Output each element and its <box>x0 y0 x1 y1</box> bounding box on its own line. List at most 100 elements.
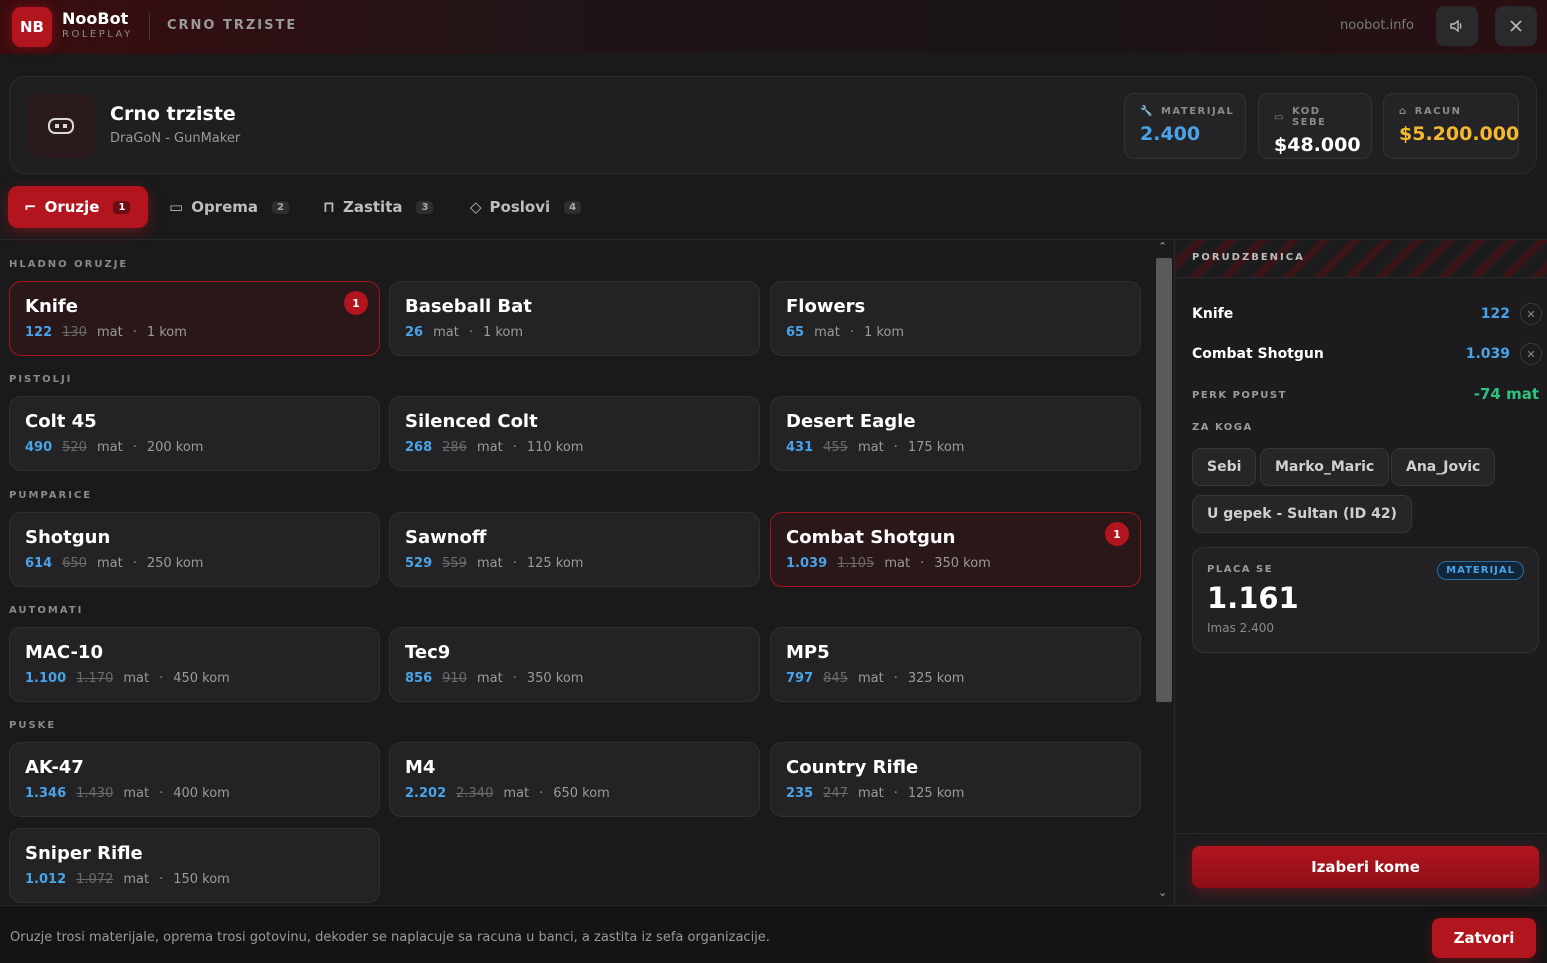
brand-subtitle: ROLEPLAY <box>62 29 133 40</box>
tab-badge: 3 <box>416 200 434 214</box>
mask-icon <box>28 94 94 158</box>
item-name: Shotgun <box>25 527 111 548</box>
stat-value: $5.200.000 <box>1399 123 1520 145</box>
item-price: 65 <box>786 325 805 340</box>
item-card[interactable]: MAC-10 1.100 1.170 mat · 450 kom <box>9 627 380 702</box>
stat-kod-sebe: ▭ KOD SEBE $48.000 <box>1258 93 1372 159</box>
briefcase-icon: ▭ <box>169 198 184 216</box>
recipient-chip[interactable]: Marko_Maric <box>1260 448 1390 486</box>
item-stock: 350 kom <box>934 556 991 571</box>
item-name: AK-47 <box>25 757 84 778</box>
item-price: 1.346 <box>25 786 67 801</box>
close-button[interactable]: Zatvori <box>1432 918 1536 958</box>
item-stock: 150 kom <box>173 872 230 887</box>
brand: NooBot ROLEPLAY <box>62 9 133 41</box>
scroll-up-icon[interactable]: ⌃ <box>1158 240 1167 253</box>
item-card[interactable]: MP5 797 845 mat · 325 kom <box>770 627 1141 702</box>
category-title: PUMPARICE <box>9 490 93 501</box>
stat-label: KOD SEBE <box>1291 106 1327 128</box>
stat-value: $48.000 <box>1274 134 1361 156</box>
item-card[interactable]: Tec9 856 910 mat · 350 kom <box>389 627 760 702</box>
tab-poslovi[interactable]: ◇ Poslovi 4 <box>454 186 597 228</box>
remove-item-button[interactable]: ✕ <box>1520 343 1542 365</box>
recipient-chip[interactable]: Ana_Jovic <box>1391 448 1496 486</box>
item-old-price: 1.105 <box>837 556 875 571</box>
item-card[interactable]: Desert Eagle 431 455 mat · 175 kom <box>770 396 1141 471</box>
currency-badge: MATERIJAL <box>1437 561 1524 580</box>
item-stock: 1 kom <box>863 325 905 340</box>
scroll-down-icon[interactable]: ⌄ <box>1158 886 1167 899</box>
stat-materijal: 🔧 MATERIJAL 2.400 <box>1124 93 1246 159</box>
shield-icon: ◇ <box>470 198 482 216</box>
item-name: Combat Shotgun <box>786 527 956 548</box>
item-card[interactable]: Flowers 65 mat · 1 kom <box>770 281 1141 356</box>
perk-value: -74 mat <box>1473 385 1539 403</box>
stat-racun: ⌂ RACUN $5.200.000 <box>1383 93 1519 159</box>
item-name: Tec9 <box>405 642 451 663</box>
item-name: MAC-10 <box>25 642 103 663</box>
remove-item-button[interactable]: ✕ <box>1520 303 1542 325</box>
tab-label: Poslovi <box>489 198 551 216</box>
item-card[interactable]: Combat Shotgun 1.039 1.105 mat · 350 kom 1 <box>770 512 1141 587</box>
close-window-button[interactable] <box>1495 6 1537 46</box>
item-card[interactable]: Country Rifle 235 247 mat · 125 kom <box>770 742 1141 817</box>
choose-recipient-button[interactable]: Izaberi kome <box>1192 846 1539 888</box>
tab-badge: 2 <box>272 200 289 214</box>
tab-badge: 1 <box>113 200 131 214</box>
item-card[interactable]: M4 2.202 2.340 mat · 650 kom <box>389 742 760 817</box>
close-icon: ✕ <box>1526 347 1536 361</box>
item-price: 1.100 <box>25 671 67 686</box>
close-icon <box>1510 20 1522 32</box>
item-stock: 200 kom <box>146 440 204 455</box>
item-stock: 450 kom <box>173 671 230 686</box>
item-unit: mat <box>96 556 123 571</box>
item-old-price: 845 <box>823 671 848 686</box>
item-card[interactable]: Shotgun 614 650 mat · 250 kom <box>9 512 380 587</box>
item-name: Knife <box>25 296 78 317</box>
site-link[interactable]: noobot.info <box>1340 18 1414 33</box>
item-name: Flowers <box>786 296 866 317</box>
recipient-chip[interactable]: Sebi <box>1192 448 1257 486</box>
item-price: 1.039 <box>786 556 828 571</box>
item-old-price: 2.340 <box>456 786 494 801</box>
item-card[interactable]: Knife 122 130 mat · 1 kom 1 <box>9 281 380 356</box>
item-stock: 350 kom <box>526 671 584 686</box>
footer: Oruzje trosi materijale, oprema trosi go… <box>0 905 1547 963</box>
item-card[interactable]: Sawnoff 529 559 mat · 125 kom <box>389 512 760 587</box>
item-old-price: 455 <box>823 440 848 455</box>
item-old-price: 1.430 <box>76 786 114 801</box>
item-price: 490 <box>25 440 53 455</box>
category-title: HLADNO ORUZJE <box>9 259 129 270</box>
stat-value: 2.400 <box>1140 123 1201 145</box>
item-name: M4 <box>405 757 436 778</box>
recipient-label: ZA KOGA <box>1192 422 1253 433</box>
order-item-price: 122 <box>1480 306 1510 322</box>
window-title: CRNO TRZISTE <box>167 18 298 33</box>
lock-icon: ⊓ <box>323 198 335 216</box>
order-item: Combat Shotgun 1.039 ✕ <box>1192 343 1542 365</box>
order-item-name: Knife <box>1192 306 1234 322</box>
scrollbar-thumb[interactable] <box>1156 258 1172 702</box>
quantity-badge: 1 <box>344 291 368 315</box>
pay-total: 1.161 <box>1207 581 1299 615</box>
sound-button[interactable] <box>1436 6 1478 46</box>
tab-oruzje[interactable]: ⌐ Oruzje 1 <box>8 186 148 228</box>
item-card[interactable]: Baseball Bat 26 mat · 1 kom <box>389 281 760 356</box>
item-card[interactable]: Sniper Rifle 1.012 1.072 mat · 150 kom <box>9 828 380 903</box>
item-card[interactable]: Silenced Colt 268 286 mat · 110 kom <box>389 396 760 471</box>
item-stock: 1 kom <box>146 325 187 340</box>
item-unit: mat <box>476 556 503 571</box>
tab-badge: 4 <box>564 200 582 214</box>
item-unit: mat <box>476 671 503 686</box>
tab-label: Zastita <box>342 198 403 216</box>
item-stock: 125 kom <box>907 786 965 801</box>
item-card[interactable]: Colt 45 490 520 mat · 200 kom <box>9 396 380 471</box>
item-card[interactable]: AK-47 1.346 1.430 mat · 400 kom <box>9 742 380 817</box>
item-stock: 1 kom <box>482 325 524 340</box>
recipient-chip[interactable]: U gepek - Sultan (ID 42) <box>1192 495 1412 533</box>
tab-zastita[interactable]: ⊓ Zastita 3 <box>307 186 449 228</box>
item-unit: mat <box>96 440 123 455</box>
tab-oprema[interactable]: ▭ Oprema 2 <box>153 186 305 228</box>
vendor-subtitle: DraGoN - GunMaker <box>110 131 241 146</box>
item-unit: mat <box>96 325 123 340</box>
